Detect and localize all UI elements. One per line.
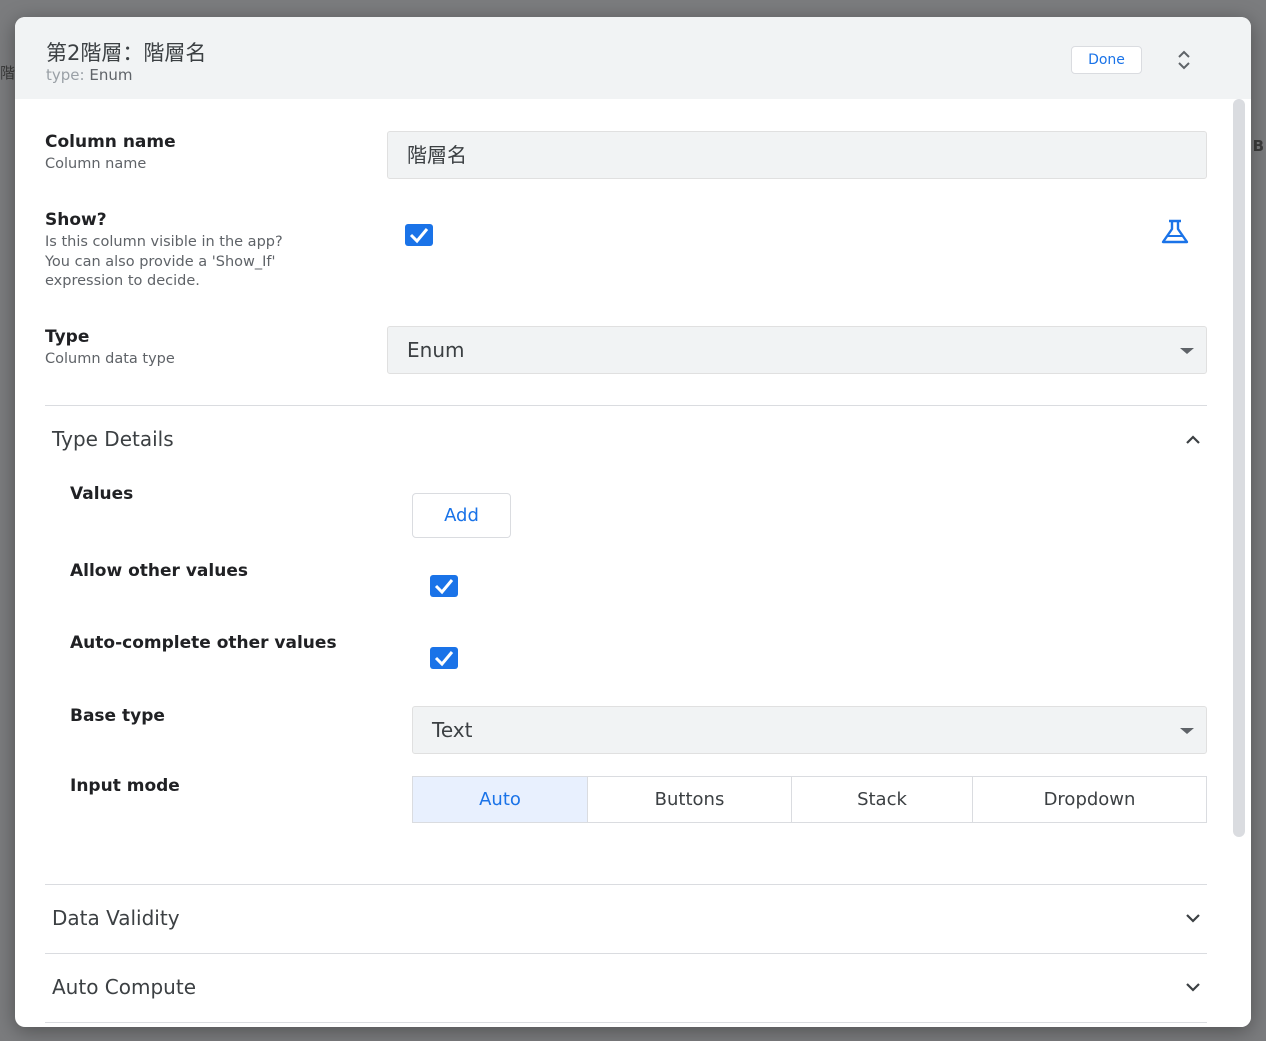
flask-icon[interactable] bbox=[1160, 219, 1190, 245]
type-select[interactable]: Enum bbox=[387, 326, 1207, 374]
divider bbox=[45, 953, 1207, 954]
type-key: type: bbox=[46, 66, 85, 84]
chevron-up-icon[interactable] bbox=[1184, 433, 1202, 445]
column-name-label: Column name bbox=[45, 132, 176, 152]
data-validity-title[interactable]: Data Validity bbox=[52, 906, 180, 930]
dialog-header: 第2階層：階層名 type: Enum Done bbox=[15, 17, 1251, 99]
type-label: Type bbox=[45, 327, 90, 347]
input-mode-dropdown[interactable]: Dropdown bbox=[972, 776, 1207, 823]
type-details-title[interactable]: Type Details bbox=[52, 427, 174, 451]
background-fragment-right: B bbox=[1252, 137, 1264, 155]
show-checkbox[interactable] bbox=[405, 224, 433, 246]
dropdown-caret-icon bbox=[1180, 348, 1194, 354]
type-select-value: Enum bbox=[407, 338, 465, 362]
values-label: Values bbox=[70, 484, 134, 504]
input-mode-label: Input mode bbox=[70, 776, 180, 796]
column-name-description: Column name bbox=[45, 156, 147, 172]
unfold-more-icon[interactable] bbox=[1175, 49, 1193, 71]
divider bbox=[45, 884, 1207, 885]
base-type-select[interactable]: Text bbox=[412, 706, 1207, 754]
chevron-down-icon[interactable] bbox=[1184, 912, 1202, 924]
type-value: Enum bbox=[89, 66, 133, 84]
show-description-line-3: expression to decide. bbox=[45, 273, 200, 289]
show-description-line-1: Is this column visible in the app? bbox=[45, 234, 283, 250]
base-type-label: Base type bbox=[70, 706, 165, 726]
auto-compute-title[interactable]: Auto Compute bbox=[52, 975, 196, 999]
checkmark-icon bbox=[434, 579, 454, 595]
type-description: Column data type bbox=[45, 351, 175, 367]
dialog-type-info: type: Enum bbox=[46, 66, 132, 84]
base-type-select-value: Text bbox=[432, 718, 473, 742]
dropdown-caret-icon bbox=[1180, 728, 1194, 734]
column-editor-dialog: 第2階層：階層名 type: Enum Done Column name Col… bbox=[15, 17, 1251, 1027]
column-name-input[interactable]: 階層名 bbox=[387, 131, 1207, 179]
done-button[interactable]: Done bbox=[1071, 46, 1142, 74]
dialog-title: 第2階層：階層名 bbox=[46, 41, 207, 65]
allow-other-values-label: Allow other values bbox=[70, 561, 248, 581]
chevron-down-icon[interactable] bbox=[1184, 981, 1202, 993]
show-label: Show? bbox=[45, 210, 107, 230]
show-description-line-2: You can also provide a 'Show_If' bbox=[45, 253, 276, 270]
divider bbox=[45, 1022, 1207, 1023]
add-value-button[interactable]: Add bbox=[412, 493, 511, 538]
input-mode-stack[interactable]: Stack bbox=[791, 776, 973, 823]
input-mode-buttons[interactable]: Buttons bbox=[587, 776, 792, 823]
divider bbox=[45, 405, 1207, 406]
checkmark-icon bbox=[409, 228, 429, 244]
background-fragment-left: 階 bbox=[0, 64, 16, 82]
input-mode-auto[interactable]: Auto bbox=[412, 776, 588, 823]
autocomplete-other-values-checkbox[interactable] bbox=[430, 647, 458, 669]
autocomplete-other-values-label: Auto-complete other values bbox=[70, 633, 337, 653]
scrollbar-thumb[interactable] bbox=[1233, 99, 1245, 837]
allow-other-values-checkbox[interactable] bbox=[430, 575, 458, 597]
checkmark-icon bbox=[434, 651, 454, 667]
